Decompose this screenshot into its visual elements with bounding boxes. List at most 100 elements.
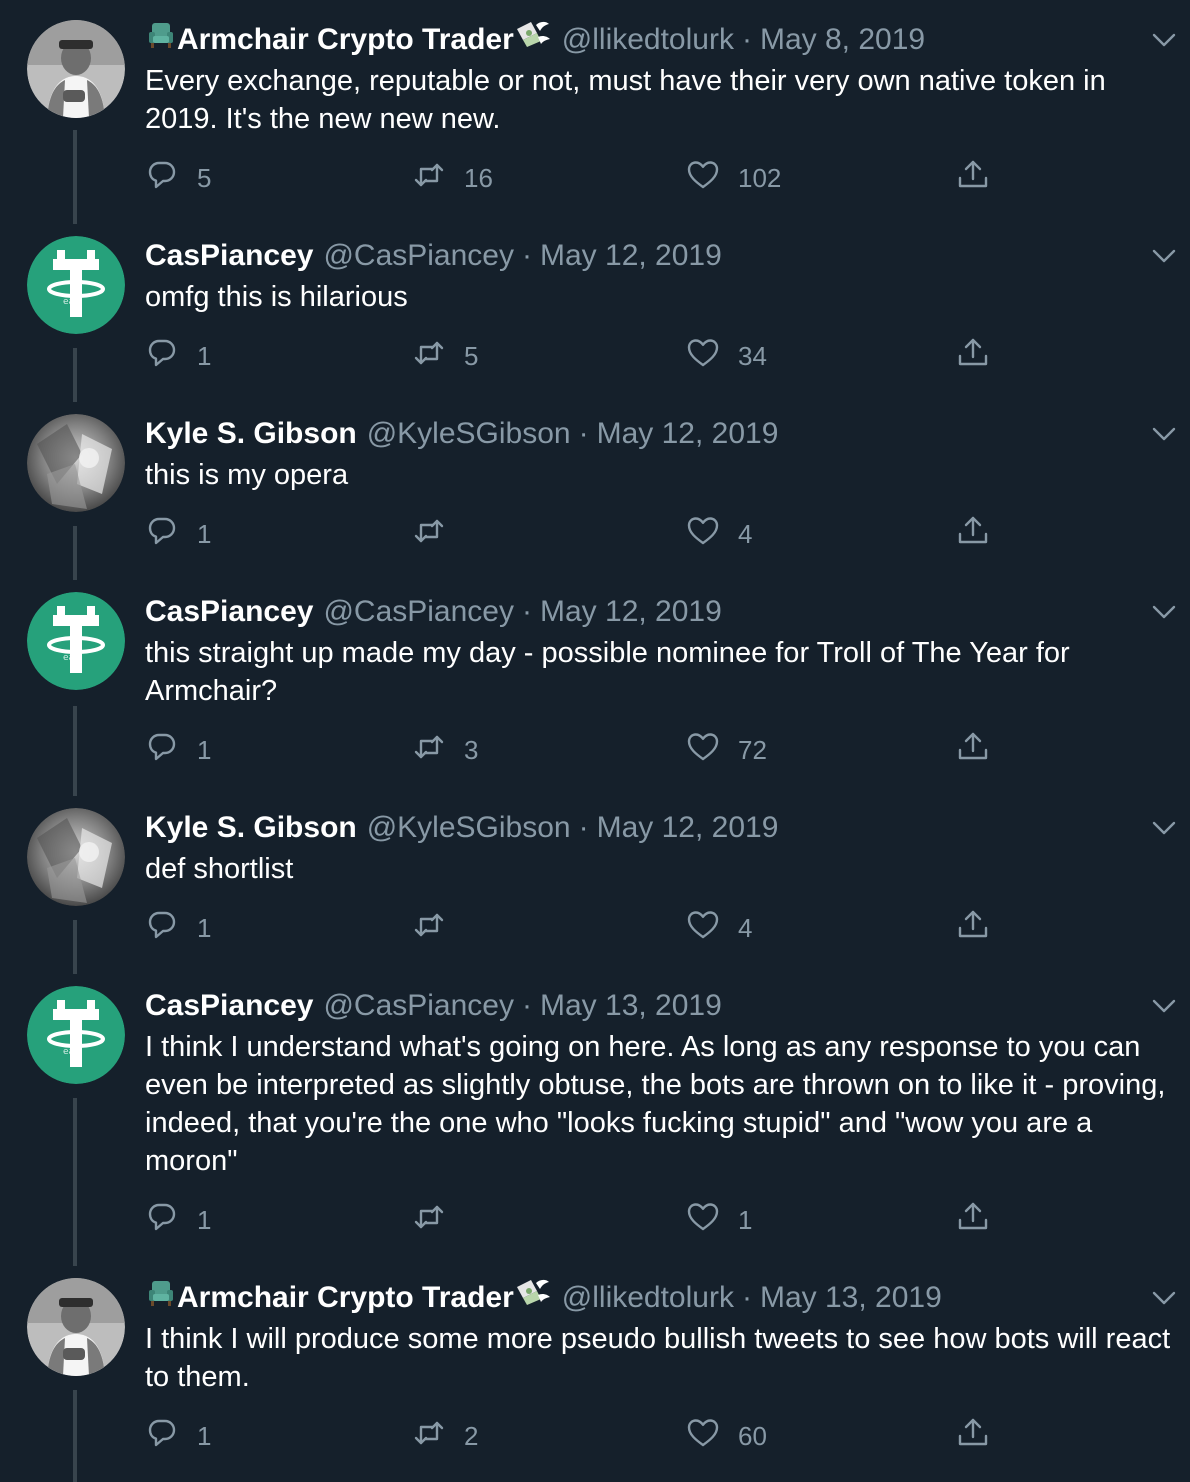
- tweet-content: CasPiancey @CasPiancey · May 12, 2019 omfg t…: [145, 236, 1170, 371]
- reply-count: 1: [197, 912, 212, 943]
- avatar[interactable]: ea: [27, 236, 125, 334]
- tweet-date[interactable]: May 8, 2019: [760, 20, 925, 60]
- display-name[interactable]: Armchair Crypto Trader: [177, 1278, 514, 1318]
- share-button[interactable]: [956, 158, 990, 198]
- reply-button[interactable]: 1: [145, 730, 211, 770]
- reply-button[interactable]: 1: [145, 908, 211, 948]
- retweet-button[interactable]: 16: [412, 158, 493, 198]
- heart-icon: [686, 158, 720, 199]
- tweet-content: CasPiancey @CasPiancey · May 13, 2019 I thin…: [145, 986, 1170, 1235]
- tweet-date[interactable]: May 12, 2019: [597, 414, 779, 454]
- tweet-text: this straight up made my day - possible …: [145, 637, 1077, 707]
- reply-button[interactable]: 1: [145, 1416, 211, 1456]
- separator-dot: ·: [741, 23, 752, 56]
- tweet-content: Armchair Crypto Trader @llikedtolurk · May…: [145, 20, 1170, 193]
- chevron-down-icon[interactable]: [1150, 814, 1178, 842]
- user-handle[interactable]: @KyleSGibson: [367, 414, 571, 454]
- share-button[interactable]: [956, 730, 990, 770]
- tweet-header: Kyle S. Gibson @KyleSGibson · May 12, 2019: [145, 808, 1170, 848]
- separator-dot: ·: [578, 417, 589, 450]
- display-name[interactable]: CasPiancey: [145, 986, 313, 1026]
- retweet-button[interactable]: [412, 1200, 464, 1240]
- tweet-content: Armchair Crypto Trader @llikedtolurk · May…: [145, 1278, 1170, 1451]
- user-handle[interactable]: @CasPiancey: [323, 236, 514, 276]
- user-handle[interactable]: @KyleSGibson: [367, 808, 571, 848]
- user-handle[interactable]: @CasPiancey: [323, 986, 514, 1026]
- separator-dot: ·: [578, 811, 589, 844]
- like-button[interactable]: 4: [686, 514, 752, 554]
- display-name[interactable]: Kyle S. Gibson: [145, 414, 357, 454]
- reply-count: 1: [197, 340, 212, 371]
- like-count: 1: [738, 1204, 753, 1235]
- retweet-button[interactable]: 3: [412, 730, 478, 770]
- share-upload-icon: [956, 908, 990, 949]
- avatar[interactable]: [27, 414, 125, 512]
- heart-icon: [686, 1200, 720, 1241]
- like-button[interactable]: 102: [686, 158, 781, 198]
- avatar[interactable]: [27, 20, 125, 118]
- separator-dot: ·: [522, 595, 532, 628]
- chevron-down-icon[interactable]: [1150, 1284, 1178, 1312]
- retweet-button[interactable]: [412, 514, 464, 554]
- display-name[interactable]: CasPiancey: [145, 236, 313, 276]
- speech-bubble-icon: [145, 1416, 179, 1457]
- display-name[interactable]: CasPiancey: [145, 592, 313, 632]
- reply-count: 1: [197, 734, 212, 765]
- tweet-header: Armchair Crypto Trader @llikedtolurk · May…: [145, 1278, 1170, 1318]
- share-button[interactable]: [956, 1416, 990, 1456]
- reply-button[interactable]: 5: [145, 158, 211, 198]
- avatar[interactable]: [27, 1278, 125, 1376]
- retweet-button[interactable]: [412, 908, 464, 948]
- display-name[interactable]: Kyle S. Gibson: [145, 808, 357, 848]
- tweet-content: CasPiancey @CasPiancey · May 12, 2019 this s…: [145, 592, 1170, 765]
- retweet-count: 16: [464, 162, 493, 193]
- tweet-actions: 1 3 72: [145, 730, 1145, 770]
- like-count: 4: [738, 912, 753, 943]
- heart-icon: [686, 336, 720, 377]
- tweet-date[interactable]: May 13, 2019: [760, 1278, 942, 1318]
- like-button[interactable]: 34: [686, 336, 767, 376]
- reply-button[interactable]: 1: [145, 336, 211, 376]
- share-upload-icon: [956, 158, 990, 199]
- tweet-text: I think I will produce some more pseudo …: [145, 1323, 1179, 1393]
- user-handle[interactable]: @CasPiancey: [323, 592, 514, 632]
- share-button[interactable]: [956, 1200, 990, 1240]
- chevron-down-icon[interactable]: [1150, 420, 1178, 448]
- tweet-text: def shortlist: [145, 853, 294, 885]
- like-button[interactable]: 72: [686, 730, 767, 770]
- user-handle[interactable]: @llikedtolurk: [562, 20, 734, 60]
- tweet-date[interactable]: May 13, 2019: [540, 986, 722, 1026]
- tweet-date[interactable]: May 12, 2019: [540, 592, 722, 632]
- reply-button[interactable]: 1: [145, 514, 211, 554]
- avatar[interactable]: [27, 808, 125, 906]
- reply-button[interactable]: 1: [145, 1200, 211, 1240]
- chevron-down-icon[interactable]: [1150, 242, 1178, 270]
- retweet-button[interactable]: 2: [412, 1416, 478, 1456]
- display-name[interactable]: Armchair Crypto Trader: [177, 20, 514, 60]
- avatar[interactable]: ea: [27, 592, 125, 690]
- tweet-text: this is my opera: [145, 459, 349, 491]
- share-upload-icon: [956, 336, 990, 377]
- chevron-down-icon[interactable]: [1150, 26, 1178, 54]
- like-button[interactable]: 4: [686, 908, 752, 948]
- reply-count: 1: [197, 518, 212, 549]
- share-button[interactable]: [956, 908, 990, 948]
- share-upload-icon: [956, 514, 990, 555]
- thread-connector-line: [73, 706, 77, 796]
- tweet-date[interactable]: May 12, 2019: [597, 808, 779, 848]
- like-button[interactable]: 60: [686, 1416, 767, 1456]
- retweet-button[interactable]: 5: [412, 336, 478, 376]
- avatar[interactable]: ea: [27, 986, 125, 1084]
- like-button[interactable]: 1: [686, 1200, 752, 1240]
- tweet-date[interactable]: May 12, 2019: [540, 236, 722, 276]
- share-upload-icon: [956, 1416, 990, 1457]
- share-button[interactable]: [956, 514, 990, 554]
- user-handle[interactable]: @llikedtolurk: [562, 1278, 734, 1318]
- chevron-down-icon[interactable]: [1150, 598, 1178, 626]
- tweet-header: CasPiancey @CasPiancey · May 12, 2019: [145, 592, 1170, 632]
- chevron-down-icon[interactable]: [1150, 992, 1178, 1020]
- share-button[interactable]: [956, 336, 990, 376]
- thread-connector-line: [73, 1390, 77, 1482]
- tweet-actions: 1 2 60: [145, 1416, 1145, 1456]
- tweet-text: omfg this is hilarious: [145, 281, 408, 313]
